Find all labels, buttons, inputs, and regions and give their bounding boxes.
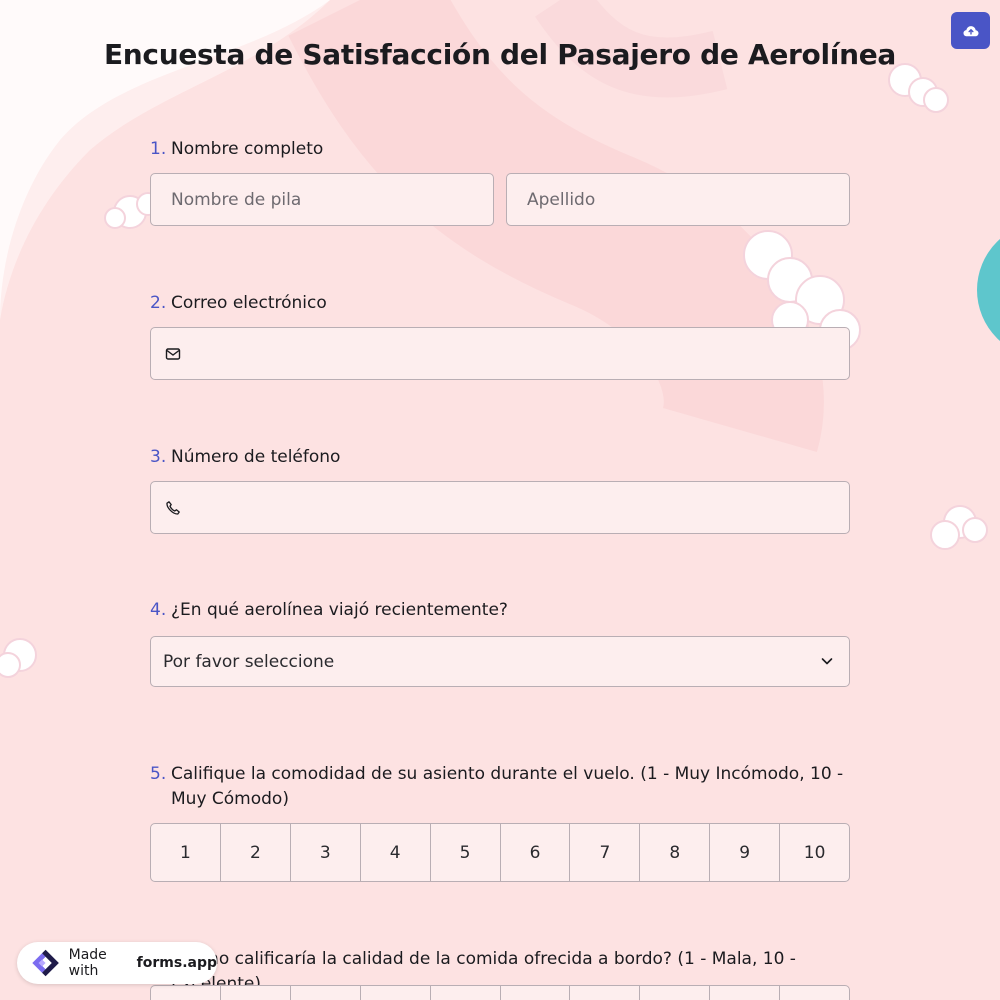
cloud-upload-icon xyxy=(963,25,978,36)
scale-option[interactable]: 7 xyxy=(570,824,641,881)
scale-option[interactable]: 1 xyxy=(151,824,221,881)
question-label: 3. Número de teléfono xyxy=(150,445,850,470)
scale-option[interactable] xyxy=(291,986,361,1000)
phone-field[interactable] xyxy=(150,481,850,534)
question-full-name: 1. Nombre completo Nombre de pila Apelli… xyxy=(150,137,850,226)
save-progress-button[interactable] xyxy=(951,12,990,49)
food-quality-scale xyxy=(150,985,850,1000)
scale-option[interactable] xyxy=(710,986,781,1000)
form-title: Encuesta de Satisfacción del Pasajero de… xyxy=(103,38,897,71)
last-name-placeholder: Apellido xyxy=(527,189,596,210)
first-name-placeholder: Nombre de pila xyxy=(171,189,302,210)
scale-option[interactable] xyxy=(640,986,711,1000)
airline-select-value: Por favor seleccione xyxy=(163,651,335,672)
question-number: 5. xyxy=(150,764,167,784)
scale-option[interactable]: 9 xyxy=(710,824,781,881)
question-seat-comfort: 5. Califique la comodidad de su asiento … xyxy=(150,762,850,882)
scale-option[interactable]: 5 xyxy=(431,824,501,881)
seat-comfort-scale: 1 2 3 4 5 6 7 8 9 10 xyxy=(150,823,850,882)
question-text: Número de teléfono xyxy=(171,447,341,467)
scale-option[interactable] xyxy=(151,986,221,1000)
scale-option[interactable] xyxy=(570,986,641,1000)
question-food-quality: 6. ¿Cómo calificaría la calidad de la co… xyxy=(150,947,850,1000)
chevron-down-icon xyxy=(821,658,833,665)
scale-option[interactable]: 6 xyxy=(501,824,571,881)
scale-option[interactable]: 2 xyxy=(221,824,291,881)
airline-select[interactable]: Por favor seleccione xyxy=(150,636,850,687)
phone-icon xyxy=(166,500,180,515)
question-text: ¿En qué aerolínea viajó recientemente? xyxy=(171,600,508,620)
question-label: 5. Califique la comodidad de su asiento … xyxy=(150,762,850,812)
question-email: 2. Correo electrónico xyxy=(150,291,850,380)
scale-option[interactable] xyxy=(501,986,571,1000)
mail-icon xyxy=(165,347,181,360)
badge-brand: forms.app xyxy=(136,955,217,971)
question-label: 4. ¿En qué aerolínea viajó recientemente… xyxy=(150,598,850,623)
question-number: 2. xyxy=(150,293,167,313)
email-field[interactable] xyxy=(150,327,850,380)
scale-option[interactable] xyxy=(431,986,501,1000)
question-label: 2. Correo electrónico xyxy=(150,291,850,316)
question-text: Nombre completo xyxy=(171,139,324,159)
question-label: 1. Nombre completo xyxy=(150,137,850,162)
scale-option[interactable] xyxy=(361,986,431,1000)
scale-option[interactable]: 8 xyxy=(640,824,711,881)
scale-option[interactable]: 3 xyxy=(291,824,361,881)
question-number: 1. xyxy=(150,139,167,159)
scale-option[interactable] xyxy=(780,986,849,1000)
scale-option[interactable] xyxy=(221,986,291,1000)
scale-option[interactable]: 4 xyxy=(361,824,431,881)
scale-option[interactable]: 10 xyxy=(780,824,849,881)
first-name-input[interactable]: Nombre de pila xyxy=(150,173,494,226)
made-with-badge[interactable]: Made with forms.app xyxy=(17,942,217,984)
forms-app-logo-icon xyxy=(32,949,59,977)
badge-prefix: Made with xyxy=(68,947,107,979)
question-text: Correo electrónico xyxy=(171,293,327,313)
question-number: 4. xyxy=(150,600,167,620)
question-airline: 4. ¿En qué aerolínea viajó recientemente… xyxy=(150,598,850,687)
question-phone: 3. Número de teléfono xyxy=(150,445,850,534)
question-text: Califique la comodidad de su asiento dur… xyxy=(171,764,844,809)
last-name-input[interactable]: Apellido xyxy=(506,173,850,226)
question-number: 3. xyxy=(150,447,167,467)
